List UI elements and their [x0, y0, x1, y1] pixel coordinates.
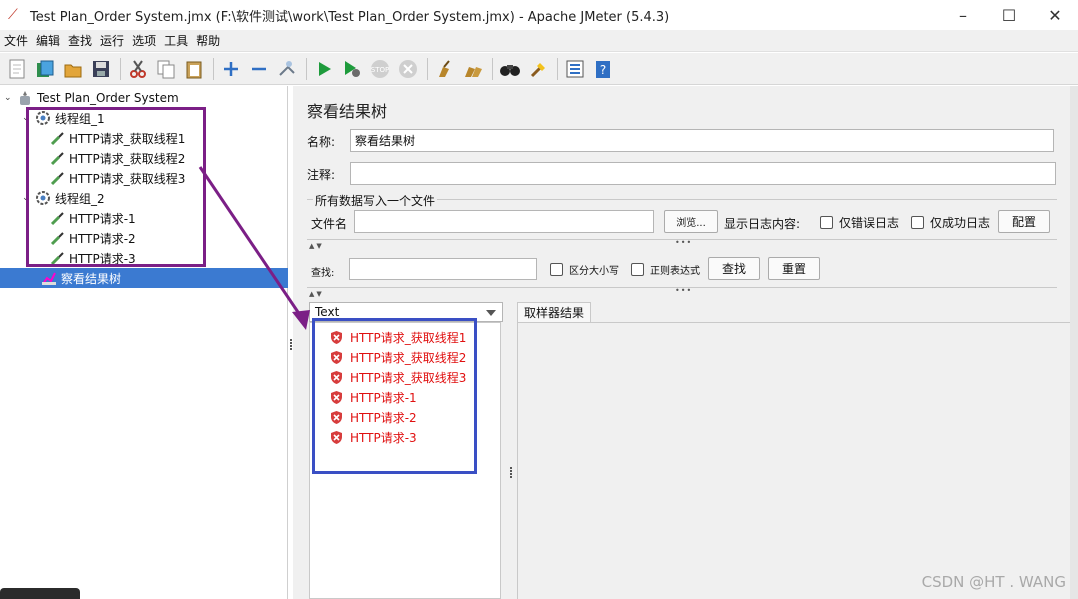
save-icon[interactable] — [90, 58, 112, 80]
menu-run[interactable]: 运行 — [100, 32, 124, 49]
help-icon[interactable]: ? — [592, 58, 614, 80]
checkbox-label: 仅错误日志 — [839, 216, 900, 230]
toolbar: STOP ? — [0, 53, 1078, 85]
svg-text:?: ? — [600, 63, 606, 77]
annotation-box-thread-groups — [26, 107, 206, 267]
svg-text:STOP: STOP — [371, 66, 389, 74]
window-title: Test Plan_Order System.jmx (F:\软件测试\work… — [30, 9, 670, 25]
toolbar-separator — [492, 57, 493, 80]
filename-label: 文件名 — [311, 217, 348, 231]
search-input[interactable] — [349, 258, 537, 280]
comment-label: 注释: — [307, 168, 336, 182]
file-section-title: 所有数据写入一个文件 — [315, 194, 436, 208]
listener-chart-icon — [40, 270, 58, 286]
menu-file[interactable]: 文件 — [4, 32, 28, 49]
templates-icon[interactable] — [34, 58, 56, 80]
collapse-arrows-icon[interactable]: ▲▼ — [309, 242, 324, 250]
toggle-icon[interactable] — [276, 58, 298, 80]
shutdown-icon[interactable] — [397, 58, 419, 80]
reset-button[interactable]: 重置 — [768, 257, 820, 280]
minimize-button[interactable]: – — [940, 0, 986, 30]
success-only-checkbox[interactable]: 仅成功日志 — [911, 214, 990, 231]
checkbox-box[interactable] — [550, 263, 563, 276]
watermark: CSDN @HT . WANG — [921, 573, 1066, 591]
search-icon[interactable] — [499, 58, 521, 80]
configure-button[interactable]: 配置 — [998, 210, 1050, 233]
fieldset-border — [437, 199, 1057, 200]
function-helper-icon[interactable] — [564, 58, 586, 80]
collapse-arrows[interactable]: ▲▼ — [309, 239, 324, 253]
stop-icon[interactable]: STOP — [369, 58, 391, 80]
toolbar-separator — [557, 57, 558, 80]
menu-search[interactable]: 查找 — [68, 32, 92, 49]
menu-help[interactable]: 帮助 — [196, 32, 220, 49]
tree-node-view-results-tree[interactable]: 察看结果树 — [0, 268, 288, 288]
find-button[interactable]: 查找 — [708, 257, 760, 280]
toolbar-separator — [306, 57, 307, 80]
expand-arrow-icon[interactable]: ⌄ — [4, 93, 16, 103]
test-plan-icon — [16, 90, 34, 106]
panel-title: 察看结果树 — [307, 102, 388, 121]
checkbox-label: 仅成功日志 — [930, 216, 991, 230]
collapse-arrows[interactable]: ▲▼ — [309, 287, 324, 301]
browse-button[interactable]: 浏览... — [664, 210, 718, 233]
comment-input[interactable] — [350, 162, 1056, 185]
checkbox-label: 正则表达式 — [650, 266, 700, 277]
taskbar-fragment — [0, 588, 80, 599]
title-bar: ⟋ Test Plan_Order System.jmx (F:\软件测试\wo… — [0, 0, 1078, 30]
menu-edit[interactable]: 编辑 — [36, 32, 60, 49]
checkbox-box[interactable] — [631, 263, 644, 276]
fieldset-border — [307, 199, 313, 200]
toolbar-separator — [427, 57, 428, 80]
regex-checkbox[interactable]: 正则表达式 — [631, 262, 700, 277]
tab-underline — [517, 322, 1072, 323]
menu-bar: 文件 编辑 查找 运行 选项 工具 帮助 — [0, 30, 1078, 52]
tree-node-test-plan[interactable]: ⌄ Test Plan_Order System — [4, 88, 179, 108]
menu-options[interactable]: 选项 — [132, 32, 156, 49]
expand-icon[interactable] — [220, 58, 242, 80]
open-icon[interactable] — [62, 58, 84, 80]
name-label: 名称: — [307, 135, 336, 149]
paste-icon[interactable] — [183, 58, 205, 80]
grip-dots-icon[interactable]: ••• — [675, 238, 692, 247]
clear-icon[interactable] — [434, 58, 456, 80]
close-button[interactable]: ✕ — [1032, 0, 1078, 30]
toolbar-separator — [120, 57, 121, 80]
reset-search-icon[interactable] — [527, 58, 549, 80]
results-splitter-handle[interactable] — [509, 466, 513, 479]
errors-only-checkbox[interactable]: 仅错误日志 — [820, 214, 899, 231]
start-no-pause-icon[interactable] — [341, 58, 363, 80]
filename-input[interactable] — [354, 210, 654, 233]
renderer-selected-value: Text — [315, 305, 340, 319]
chevron-down-icon[interactable] — [486, 310, 496, 316]
new-icon[interactable] — [6, 58, 28, 80]
annotation-box-results — [312, 318, 477, 474]
sample-detail-pane — [517, 302, 1078, 599]
collapse-arrows-icon[interactable]: ▲▼ — [309, 290, 324, 298]
grip-dots-icon[interactable]: ••• — [675, 286, 692, 295]
checkbox-label: 区分大小写 — [569, 266, 619, 277]
jmeter-feather-icon: ⟋ — [8, 7, 18, 23]
case-sensitive-checkbox[interactable]: 区分大小写 — [550, 262, 619, 277]
collapse-icon[interactable] — [248, 58, 270, 80]
toolbar-separator — [213, 57, 214, 80]
vertical-scrollbar[interactable] — [1070, 86, 1078, 599]
start-icon[interactable] — [313, 58, 335, 80]
clear-all-icon[interactable] — [462, 58, 484, 80]
cut-icon[interactable] — [127, 58, 149, 80]
tab-sampler-result[interactable]: 取样器结果 — [517, 302, 592, 322]
name-input[interactable]: 察看结果树 — [350, 129, 1054, 152]
search-label: 查找: — [311, 268, 335, 279]
window-controls: – ☐ ✕ — [940, 0, 1078, 30]
copy-icon[interactable] — [155, 58, 177, 80]
checkbox-box[interactable] — [820, 216, 833, 229]
checkbox-box[interactable] — [911, 216, 924, 229]
tree-label: Test Plan_Order System — [37, 91, 179, 105]
tree-label: 察看结果树 — [61, 271, 122, 286]
log-content-label: 显示日志内容: — [724, 217, 801, 231]
menu-tools[interactable]: 工具 — [164, 32, 188, 49]
maximize-button[interactable]: ☐ — [986, 0, 1032, 30]
